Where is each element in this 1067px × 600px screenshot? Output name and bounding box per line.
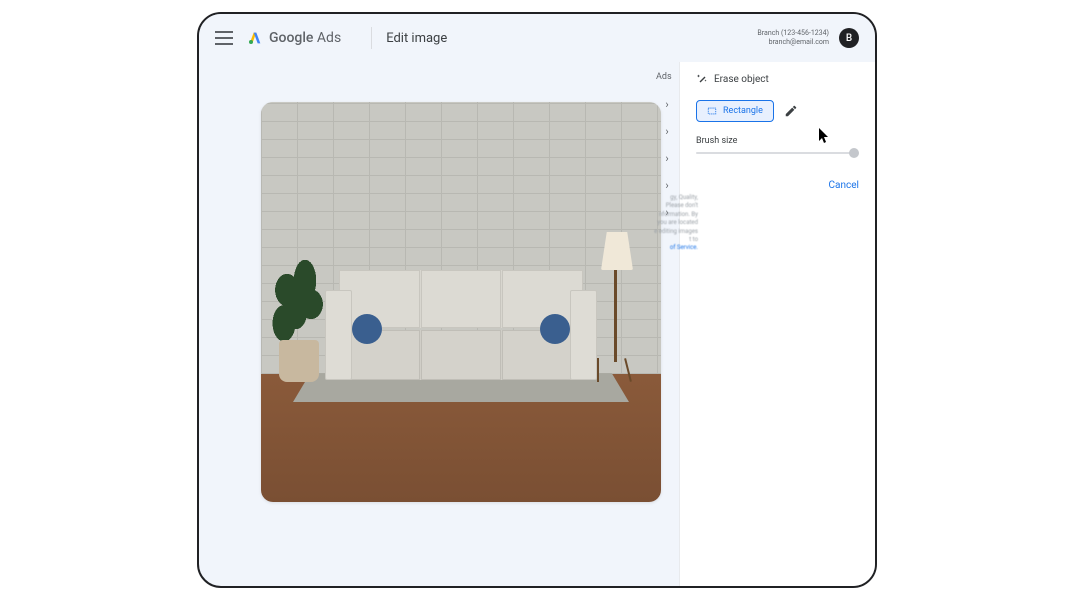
tool-row: Rectangle [680, 96, 875, 130]
brush-size-label: Brush size [680, 130, 875, 148]
magic-wand-icon [696, 73, 708, 85]
cancel-button[interactable]: Cancel [829, 180, 859, 191]
room-image [261, 102, 661, 502]
panel-title: Erase object [714, 74, 769, 85]
account-info[interactable]: Branch (123-456-1234) branch@email.com [757, 29, 829, 47]
slider-thumb[interactable] [849, 148, 859, 158]
panel-header: Erase object [680, 62, 875, 96]
page-title: Edit image [386, 31, 447, 46]
logo-text: Google Ads [269, 30, 341, 46]
chevron-right-icon[interactable]: › [654, 125, 680, 138]
chevron-right-icon[interactable]: › [654, 152, 680, 165]
rectangle-tool-button[interactable]: Rectangle [696, 100, 774, 122]
chevron-right-icon[interactable]: › [654, 98, 680, 111]
header: Google Ads Edit image Branch (123-456-12… [199, 14, 875, 62]
chevron-right-icon[interactable]: › [654, 179, 680, 192]
rectangle-icon [707, 106, 717, 116]
tablet-frame: Google Ads Edit image Branch (123-456-12… [197, 12, 877, 588]
side-panel: Ads › › › › › Erase object Recta [679, 62, 875, 586]
image-canvas[interactable] [261, 102, 661, 502]
header-divider [371, 27, 372, 49]
account-name: Branch (123-456-1234) [757, 29, 829, 38]
brush-size-slider[interactable] [696, 152, 859, 154]
hamburger-menu-icon[interactable] [215, 31, 233, 45]
pencil-icon[interactable] [784, 104, 798, 118]
ghost-text: gy, Quality, Please don't nformation. By… [638, 194, 698, 253]
google-ads-logo-icon [247, 30, 263, 46]
main-area: Ads › › › › › Erase object Recta [199, 62, 875, 586]
google-ads-logo[interactable]: Google Ads [247, 30, 341, 46]
account-email: branch@email.com [757, 38, 829, 47]
avatar[interactable]: B [839, 28, 859, 48]
